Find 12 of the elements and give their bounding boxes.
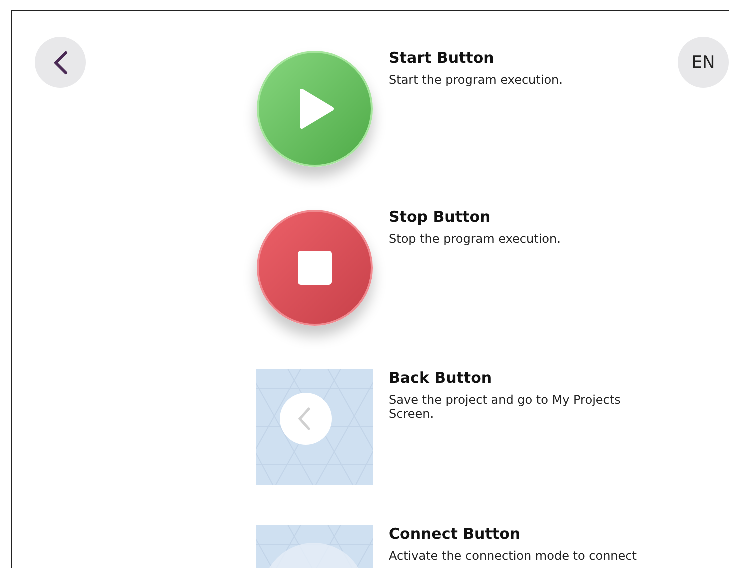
item-title: Start Button [389, 49, 496, 67]
item-description: Start the program execution. [389, 73, 564, 88]
item-description: Save the project and go to My Projects Screen. [389, 393, 622, 422]
item-description: Stop the program execution. [389, 232, 562, 246]
stop-icon [296, 250, 332, 286]
item-title: Stop Button [389, 208, 492, 226]
play-icon [298, 87, 336, 131]
back-icon [52, 50, 70, 74]
language-button[interactable]: EN [678, 37, 729, 88]
item-title: Back Button [389, 369, 494, 387]
item-description: Activate the connection mode to connect [389, 549, 638, 564]
item-title: Connect Button [389, 525, 522, 543]
